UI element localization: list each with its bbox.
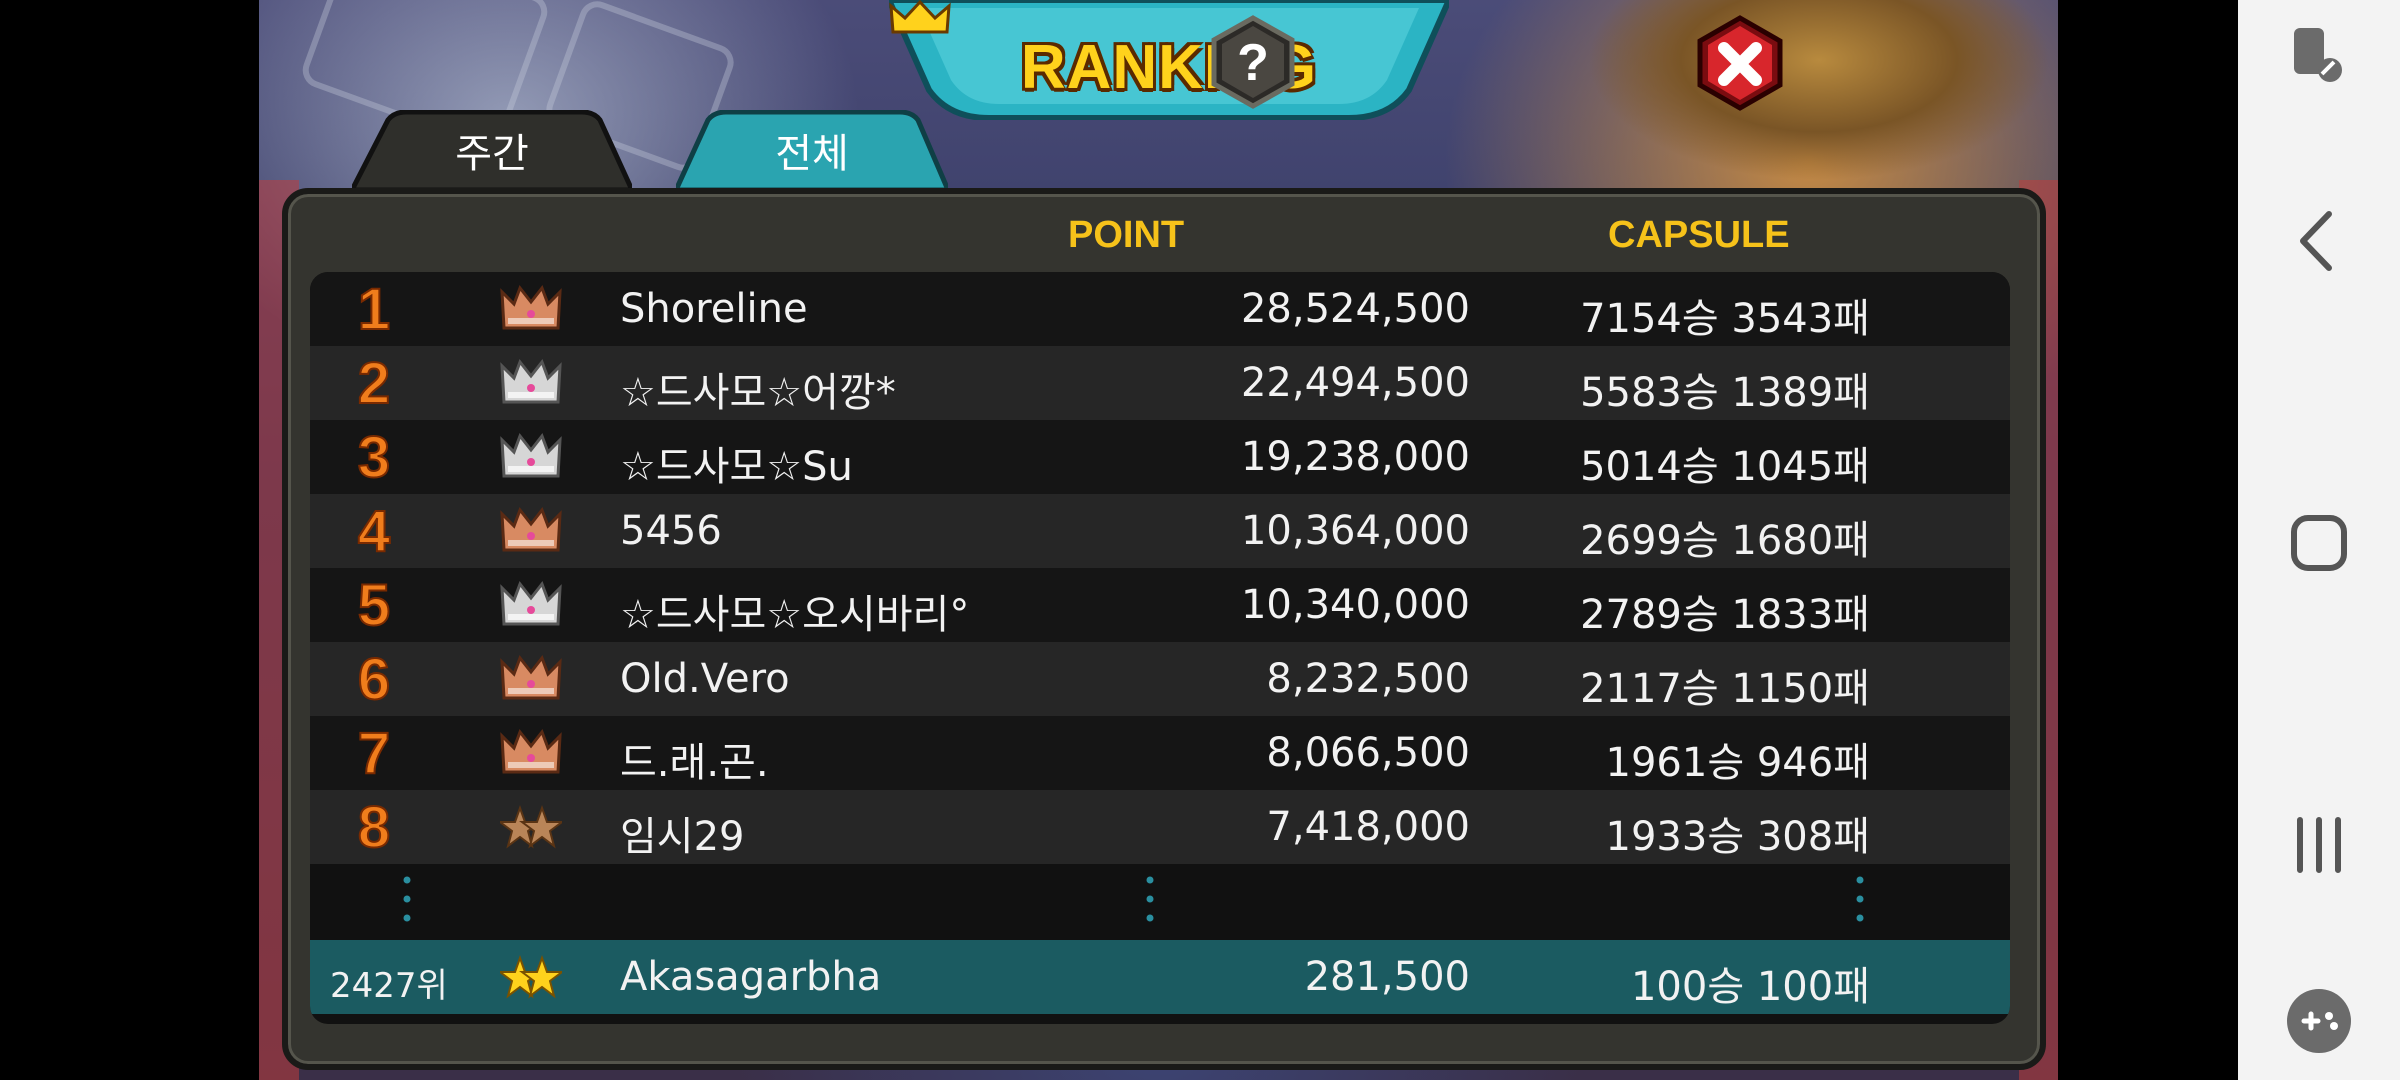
page-title: RANKING xyxy=(1020,33,1318,102)
column-header-point: POINT xyxy=(1068,214,1185,256)
recents-icon xyxy=(2297,817,2341,873)
crown-icon xyxy=(889,0,951,34)
help-button[interactable]: ? xyxy=(1208,14,1298,110)
home-button[interactable] xyxy=(2238,508,2400,578)
player-name: 드.래.곤. xyxy=(620,740,769,786)
player-capsule: 7154승 3543패 xyxy=(1580,296,1870,342)
player-capsule: 2699승 1680패 xyxy=(1580,518,1870,564)
ranking-row[interactable]: 7 드.래.곤. 8,066,500 1961승 946패 xyxy=(310,716,2010,790)
ranking-row[interactable]: 1 Shoreline 28,524,500 7154승 3543패 xyxy=(310,272,2010,346)
back-button[interactable] xyxy=(2238,206,2400,276)
ranking-header: RANKING xyxy=(889,0,1449,120)
ellipsis-icon xyxy=(1856,876,1864,922)
rank-number: 8 xyxy=(357,794,391,861)
ellipsis-icon xyxy=(403,876,411,922)
player-capsule: 2789승 1833패 xyxy=(1580,592,1870,638)
player-name: 5456 xyxy=(620,508,722,554)
my-ranking-row[interactable]: 2427위 Akasagarbha 281,500 100승 100패 xyxy=(310,940,2010,1014)
tab-weekly[interactable]: 주간 xyxy=(352,110,632,190)
player-capsule: 2117승 1150패 xyxy=(1580,666,1870,712)
rank-number: 3 xyxy=(357,424,391,491)
player-name: 임시29 xyxy=(620,814,745,860)
player-name: Shoreline xyxy=(620,286,808,332)
ranking-row[interactable]: 8 임시29 7,418,000 1933승 308패 xyxy=(310,790,2010,864)
recents-button[interactable] xyxy=(2238,810,2400,880)
rank-number: 4 xyxy=(357,498,391,565)
player-capsule: 5583승 1389패 xyxy=(1580,370,1870,416)
ranking-row[interactable]: 4 5456 10,364,000 2699승 1680패 xyxy=(310,494,2010,568)
tab-all[interactable]: 전체 xyxy=(676,110,948,190)
ranking-list[interactable]: 1 Shoreline 28,524,500 7154승 3543패 2 ☆드사… xyxy=(310,272,2010,1024)
player-capsule: 100승 100패 xyxy=(1630,964,1870,1010)
rank-number: 7 xyxy=(357,720,391,787)
rank-number: 2 xyxy=(357,350,391,417)
system-navigation-bar xyxy=(2238,0,2400,1080)
my-rank: 2427위 xyxy=(330,966,448,1006)
rank-number: 5 xyxy=(357,572,391,639)
screen-rotate-icon xyxy=(2294,28,2342,82)
player-name: ☆드사모☆어깡* xyxy=(620,370,896,416)
tab-all-label: 전체 xyxy=(775,131,849,177)
game-launcher-icon xyxy=(2287,989,2351,1053)
close-button[interactable] xyxy=(1694,14,1786,112)
player-name: Akasagarbha xyxy=(620,954,882,1000)
silver-crown-icon xyxy=(500,432,562,478)
dragon-artwork xyxy=(1589,0,2049,200)
bronze-crown-icon xyxy=(500,506,562,552)
rank-number: 6 xyxy=(357,646,391,713)
ranking-row[interactable]: 5 ☆드사모☆오시바리° 10,340,000 2789승 1833패 xyxy=(310,568,2010,642)
bronze-two-star-icon xyxy=(500,805,562,849)
silver-crown-icon xyxy=(500,580,562,626)
bronze-crown-icon xyxy=(500,654,562,700)
tab-weekly-label: 주간 xyxy=(455,131,529,177)
ranking-row[interactable]: 3 ☆드사모☆Su 19,238,000 5014승 1045패 xyxy=(310,420,2010,494)
player-name: ☆드사모☆Su xyxy=(620,444,853,490)
gold-two-star-icon xyxy=(500,955,562,999)
screen-rotate-button[interactable] xyxy=(2238,22,2400,92)
player-capsule: 1933승 308패 xyxy=(1605,814,1870,860)
bronze-crown-icon xyxy=(500,284,562,330)
player-capsule: 1961승 946패 xyxy=(1605,740,1870,786)
ranking-row[interactable]: 2 ☆드사모☆어깡* 22,494,500 5583승 1389패 xyxy=(310,346,2010,420)
ellipsis-icon xyxy=(1146,876,1154,922)
column-header-capsule: CAPSULE xyxy=(1608,214,1790,256)
player-name: Old.Vero xyxy=(620,656,790,702)
home-icon xyxy=(2291,515,2347,571)
game-launcher-button[interactable] xyxy=(2238,986,2400,1056)
question-icon: ? xyxy=(1237,34,1269,92)
back-icon xyxy=(2300,211,2332,271)
bronze-crown-icon xyxy=(500,728,562,774)
ranking-row[interactable]: 6 Old.Vero 8,232,500 2117승 1150패 xyxy=(310,642,2010,716)
player-capsule: 5014승 1045패 xyxy=(1580,444,1870,490)
silver-crown-icon xyxy=(500,358,562,404)
rank-number: 1 xyxy=(357,276,391,343)
ranking-panel: POINT CAPSULE 1 Shoreline 28,524,500 715… xyxy=(282,188,2046,1070)
